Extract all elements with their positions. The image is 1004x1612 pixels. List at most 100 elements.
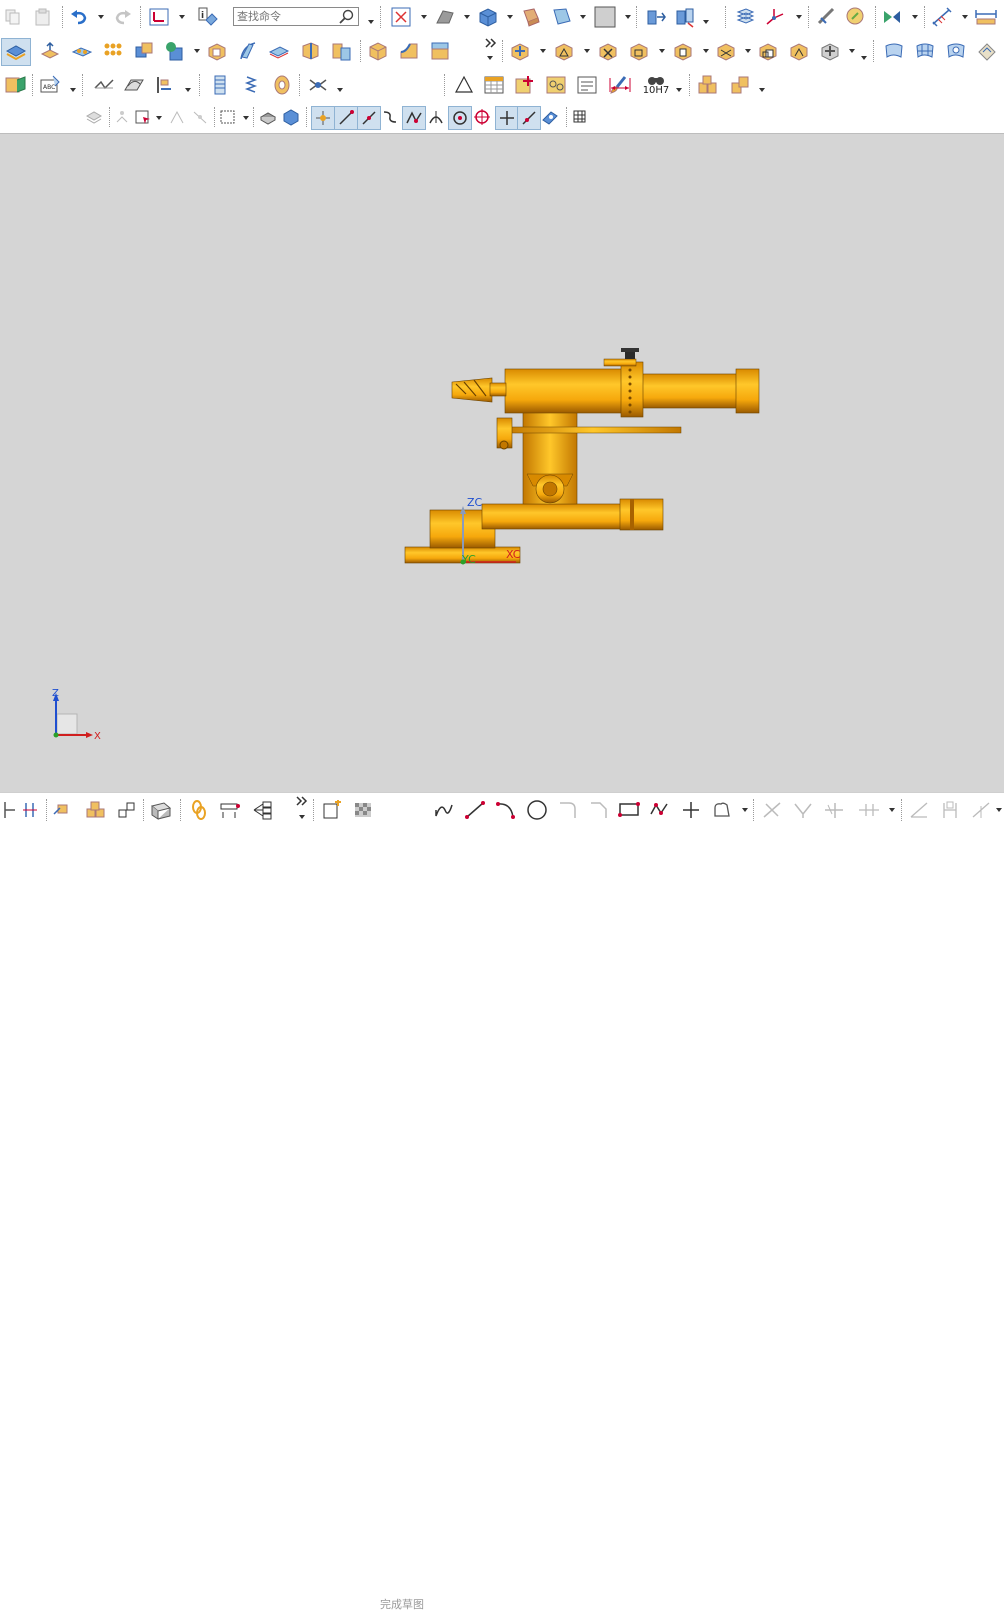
sketch-constraint-button[interactable] — [20, 799, 42, 821]
resize-face-dropdown[interactable] — [703, 49, 709, 53]
show-hide-dropdown[interactable] — [703, 20, 709, 24]
assembly-add-button[interactable] — [696, 74, 720, 96]
snap-arc-center-button[interactable] — [448, 106, 472, 130]
fit-view-button[interactable] — [390, 6, 412, 28]
select-filter-button[interactable] — [84, 107, 104, 127]
snap-intersection-button[interactable] — [402, 106, 426, 130]
routing-button[interactable] — [154, 74, 178, 96]
resize-face-button[interactable] — [671, 40, 695, 62]
snap-point-button[interactable] — [112, 107, 132, 127]
background-dropdown[interactable] — [625, 15, 631, 19]
move-face-dropdown[interactable] — [540, 49, 546, 53]
fit-dropdown[interactable] — [421, 15, 427, 19]
quick-trim-button[interactable] — [760, 799, 784, 821]
sync-modeling-move-face-button[interactable] — [508, 40, 532, 62]
grid-button[interactable] — [570, 107, 590, 127]
shading-button[interactable] — [476, 6, 500, 28]
info-button[interactable]: i — [196, 6, 220, 28]
offset-face-button[interactable] — [267, 40, 291, 62]
render-button[interactable] — [881, 6, 905, 28]
clip-section-button[interactable] — [550, 6, 574, 28]
studio-surface-button[interactable] — [122, 74, 146, 96]
point-button[interactable] — [679, 799, 703, 821]
wcs-dropdown[interactable] — [179, 15, 185, 19]
dimension-dropdown[interactable] — [962, 15, 968, 19]
chamfer-button[interactable] — [428, 40, 452, 62]
sketch-mirror-button[interactable] — [115, 799, 139, 821]
mold-dropdown[interactable] — [337, 88, 343, 92]
sketch-project-button[interactable] — [83, 799, 107, 821]
polygon-button[interactable] — [648, 799, 672, 821]
clip-dropdown[interactable] — [580, 15, 586, 19]
pmi-text-dropdown[interactable] — [70, 88, 76, 92]
datum-dropdown[interactable] — [194, 49, 200, 53]
mirror-face-button[interactable] — [787, 40, 811, 62]
threads-button[interactable] — [208, 74, 232, 96]
extrude-button[interactable] — [38, 40, 62, 62]
sketch-tree-button[interactable] — [250, 799, 274, 821]
fillet-button[interactable] — [556, 799, 580, 821]
pattern-feature-button[interactable] — [70, 40, 94, 62]
show-hide-button[interactable] — [673, 6, 697, 28]
mold-wizard-button[interactable] — [306, 74, 330, 96]
snap-on-curve-button[interactable] — [380, 107, 400, 127]
emboss-button[interactable] — [329, 40, 353, 62]
sketch-pattern-dropdown[interactable] — [889, 808, 895, 812]
bottom-overflow-chevron[interactable] — [295, 795, 309, 807]
bottom-overflow-dropdown[interactable] — [299, 815, 305, 819]
add-symbol-button[interactable] — [513, 74, 537, 96]
circle-button[interactable] — [525, 799, 549, 821]
shell-button[interactable] — [205, 40, 229, 62]
sketch-offset-button[interactable] — [51, 799, 75, 821]
pattern-face-dropdown[interactable] — [745, 49, 751, 53]
shading-dropdown[interactable] — [507, 15, 513, 19]
block-button[interactable] — [366, 40, 390, 62]
alternate-solution-dropdown[interactable] — [996, 808, 1002, 812]
trim-sheet-button[interactable] — [944, 40, 968, 62]
analysis-button[interactable] — [843, 5, 869, 29]
paste-button[interactable] — [32, 6, 54, 28]
geometric-constraint-button[interactable] — [907, 799, 931, 821]
model-canvas[interactable]: ZC YC XC Z X — [0, 134, 1004, 792]
snap-tangent-button[interactable] — [426, 107, 446, 127]
search-dropdown[interactable] — [368, 20, 374, 24]
selection-mode-dropdown[interactable] — [156, 116, 162, 120]
measure-button[interactable] — [815, 6, 839, 28]
undo-button[interactable] — [68, 6, 90, 28]
command-search-box[interactable] — [233, 7, 359, 26]
routing-dropdown[interactable] — [185, 88, 191, 92]
ruler-button[interactable] — [973, 6, 999, 28]
snap-endpoint-button[interactable] — [167, 107, 187, 127]
snap-point-on-face-button[interactable] — [540, 107, 560, 127]
sheet-metal-button[interactable] — [2, 74, 28, 96]
view-orient-dropdown[interactable] — [464, 15, 470, 19]
snap-end-point-button[interactable] — [334, 106, 358, 130]
symbol-library-button[interactable] — [544, 74, 568, 96]
snap-point-on-curve-button[interactable] — [517, 106, 541, 130]
through-curves-button[interactable] — [913, 40, 937, 62]
sketch-shape-button[interactable] — [710, 799, 734, 821]
assembly-dropdown[interactable] — [759, 88, 765, 92]
arc-button[interactable] — [494, 799, 518, 821]
graphics-viewport[interactable]: ZC YC XC Z X — [0, 133, 1004, 792]
search-icon[interactable] — [339, 9, 354, 24]
datum-plane-button[interactable] — [163, 40, 187, 62]
finish-sketch-label[interactable]: 完成草图 — [380, 1596, 424, 1612]
move-object-button[interactable] — [644, 6, 668, 28]
background-button[interactable] — [592, 5, 618, 29]
dimension-constraint-button[interactable] — [938, 799, 962, 821]
wcs-orient-button[interactable] — [763, 6, 787, 28]
view-orient-button[interactable] — [433, 6, 457, 28]
alternate-solution-button[interactable] — [969, 799, 993, 821]
snap-midpoint-button[interactable] — [190, 107, 210, 127]
select-body-button[interactable] — [258, 107, 278, 127]
wcs-orient-dropdown[interactable] — [796, 15, 802, 19]
gear-button[interactable] — [270, 74, 294, 96]
constrain-face-button[interactable] — [818, 40, 842, 62]
sketch-drawing-button[interactable] — [148, 799, 174, 821]
application-feature-button[interactable] — [1, 38, 31, 66]
fit-tolerance-button[interactable]: 10H7 — [640, 72, 672, 98]
snap-control-point-button[interactable] — [311, 106, 335, 130]
sweep-button[interactable] — [236, 40, 260, 62]
rectangle-button[interactable] — [617, 799, 641, 821]
